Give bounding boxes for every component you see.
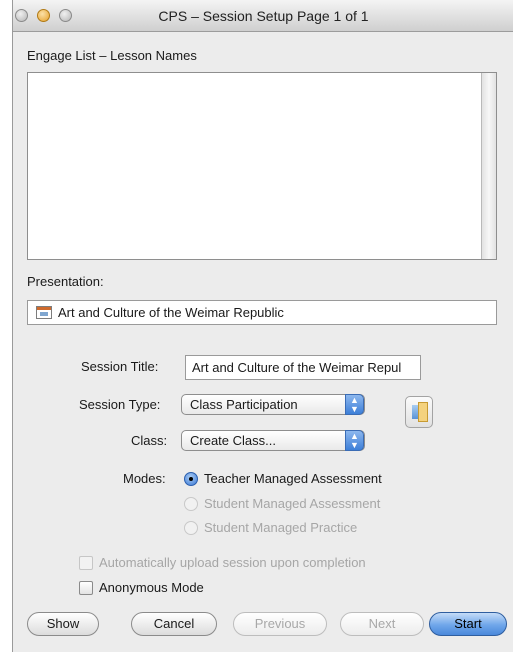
session-type-label: Session Type: (79, 397, 161, 412)
mode-radio-teacher[interactable] (184, 472, 198, 486)
auto-upload-checkbox[interactable] (79, 556, 93, 570)
document-icon (418, 402, 428, 422)
class-value: Create Class... (190, 433, 276, 448)
mode-student-practice-label: Student Managed Practice (204, 520, 358, 535)
class-select[interactable]: Create Class... ▲ ▼ (181, 430, 365, 451)
mode-student-assessment-label: Student Managed Assessment (204, 496, 381, 511)
select-arrows-icon: ▲ ▼ (345, 394, 364, 415)
session-title-label: Session Title: (81, 359, 159, 374)
presentation-label: Presentation: (27, 274, 104, 289)
anonymous-mode-checkbox[interactable] (79, 581, 93, 595)
title-bar[interactable]: CPS – Session Setup Page 1 of 1 (13, 0, 513, 32)
presentation-preview-button[interactable] (405, 396, 433, 428)
window-title: CPS – Session Setup Page 1 of 1 (158, 8, 369, 24)
cancel-button[interactable]: Cancel (131, 612, 217, 636)
session-title-input[interactable]: Art and Culture of the Weimar Repul (185, 355, 421, 380)
start-button[interactable]: Start (429, 612, 507, 636)
mode-teacher-label: Teacher Managed Assessment (204, 471, 382, 486)
session-type-value: Class Participation (190, 397, 298, 412)
presentation-field[interactable]: Art and Culture of the Weimar Republic (27, 300, 497, 325)
class-label: Class: (131, 433, 168, 448)
next-button[interactable]: Next (340, 612, 424, 636)
auto-upload-label: Automatically upload session upon comple… (99, 555, 366, 570)
session-setup-window: CPS – Session Setup Page 1 of 1 Engage L… (12, 0, 513, 652)
modes-label: Modes: (123, 471, 166, 486)
select-arrows-icon: ▲ ▼ (345, 430, 364, 451)
presentation-value: Art and Culture of the Weimar Republic (58, 305, 284, 320)
presentation-icon (36, 306, 52, 319)
engage-list-box[interactable] (27, 72, 497, 260)
anonymous-mode-label: Anonymous Mode (99, 580, 204, 595)
previous-button[interactable]: Previous (233, 612, 327, 636)
engage-list-scrollbar[interactable] (481, 73, 496, 259)
session-type-select[interactable]: Class Participation ▲ ▼ (181, 394, 365, 415)
session-title-value: Art and Culture of the Weimar Repul (192, 360, 402, 375)
mode-radio-student-practice[interactable] (184, 521, 198, 535)
mode-radio-student-assessment[interactable] (184, 497, 198, 511)
engage-list-label: Engage List – Lesson Names (27, 48, 197, 63)
show-button[interactable]: Show (27, 612, 99, 636)
